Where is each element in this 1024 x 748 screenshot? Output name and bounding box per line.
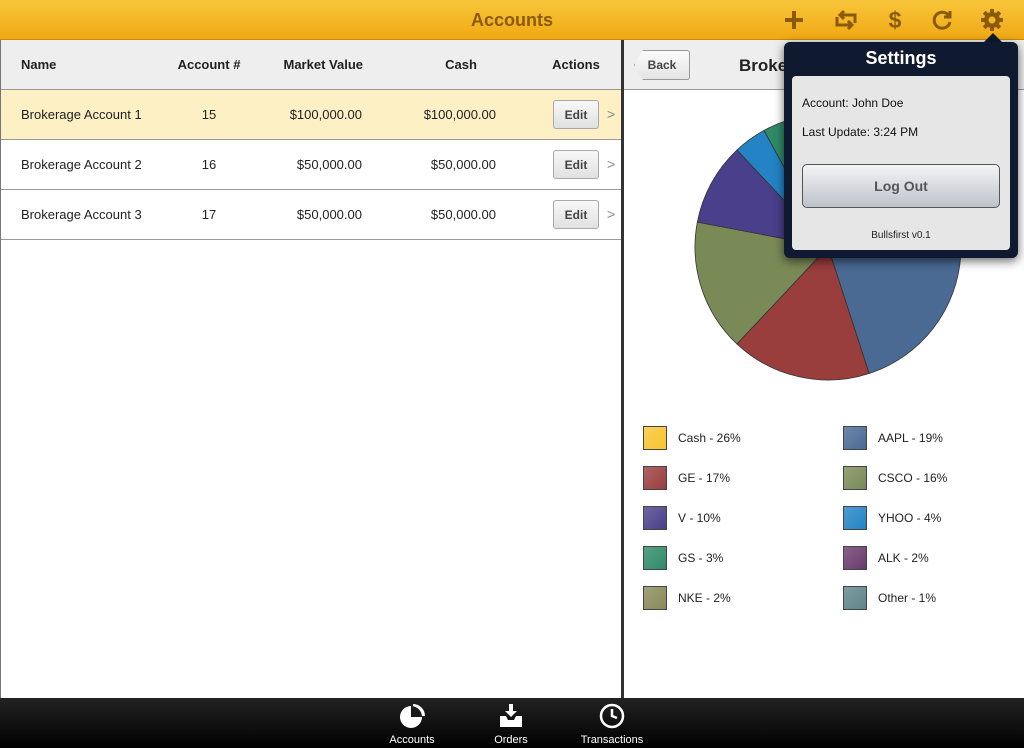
- accounts-panel: Name Account # Market Value Cash Actions…: [0, 40, 621, 698]
- settings-popover: Settings Account: John Doe Last Update: …: [784, 42, 1018, 258]
- last-update-text: Last Update: 3:24 PM: [802, 125, 919, 139]
- market-value: $100,000.00: [289, 107, 362, 122]
- legend-swatch: [843, 546, 867, 570]
- legend-swatch: [843, 506, 867, 530]
- legend-item: ALK - 2%: [843, 545, 929, 571]
- legend-label: AAPL - 19%: [878, 431, 943, 445]
- dollar-icon[interactable]: $: [881, 6, 909, 34]
- tab-label: Accounts: [389, 734, 435, 746]
- popover-title: Settings: [865, 48, 937, 68]
- legend-item: YHOO - 4%: [843, 505, 941, 531]
- popover-body: Account: John Doe Last Update: 3:24 PM L…: [792, 76, 1010, 250]
- pie-chart-icon: [400, 704, 425, 728]
- legend-swatch: [643, 426, 667, 450]
- legend-label: V - 10%: [678, 511, 721, 525]
- cash-value: $50,000.00: [430, 207, 496, 222]
- table-row[interactable]: Brokerage Account 2 16 $50,000.00 $50,00…: [1, 140, 621, 190]
- market-value: $50,000.00: [296, 207, 362, 222]
- legend-label: Cash - 26%: [678, 431, 741, 445]
- table-header: Name Account # Market Value Cash Actions: [1, 40, 621, 90]
- market-value: $50,000.00: [296, 157, 362, 172]
- legend-label: YHOO - 4%: [878, 511, 942, 525]
- clock-icon: [599, 703, 625, 729]
- edit-button[interactable]: Edit: [553, 200, 599, 229]
- legend-label: NKE - 2%: [678, 591, 731, 605]
- cash-value: $100,000.00: [423, 107, 496, 122]
- tab-label: Transactions: [580, 734, 644, 746]
- inbox-download-icon: [500, 704, 522, 727]
- header-actions: Actions: [552, 57, 600, 72]
- header-cash: Cash: [445, 57, 477, 72]
- legend-swatch: [643, 546, 667, 570]
- table-row[interactable]: Brokerage Account 3 17 $50,000.00 $50,00…: [1, 190, 621, 240]
- refresh-icon[interactable]: [928, 6, 956, 34]
- tab-orders[interactable]: Orders: [471, 698, 551, 748]
- legend-swatch: [843, 466, 867, 490]
- account-name: Brokerage Account 2: [21, 157, 142, 172]
- edit-button[interactable]: Edit: [553, 150, 599, 179]
- legend-label: ALK - 2%: [878, 551, 929, 565]
- legend-item: V - 10%: [643, 505, 721, 531]
- legend-item: Cash - 26%: [643, 425, 741, 451]
- legend-label: GE - 17%: [678, 471, 731, 485]
- edit-button[interactable]: Edit: [553, 100, 599, 129]
- back-button[interactable]: Back: [634, 50, 690, 80]
- legend-item: CSCO - 16%: [843, 465, 947, 491]
- chevron-right-icon[interactable]: >: [607, 206, 615, 222]
- gear-icon[interactable]: [978, 6, 1006, 34]
- plus-icon[interactable]: [780, 6, 808, 34]
- legend-swatch: [643, 466, 667, 490]
- tab-accounts[interactable]: Accounts: [372, 698, 452, 748]
- cash-value: $50,000.00: [430, 157, 496, 172]
- legend-item: AAPL - 19%: [843, 425, 943, 451]
- chevron-right-icon[interactable]: >: [607, 106, 615, 122]
- header-name: Name: [21, 57, 57, 72]
- account-name: Brokerage Account 3: [21, 207, 142, 222]
- legend-item: NKE - 2%: [643, 585, 731, 611]
- legend-item: Other - 1%: [843, 585, 936, 611]
- tab-transactions[interactable]: Transactions: [572, 698, 652, 748]
- transfer-icon[interactable]: [832, 6, 860, 34]
- legend-label: Other - 1%: [878, 591, 937, 605]
- table-row[interactable]: Brokerage Account 1 15 $100,000.00 $100,…: [1, 90, 621, 140]
- legend-swatch: [643, 506, 667, 530]
- version-text: Bullsfirst v0.1: [871, 230, 931, 241]
- legend-swatch: [843, 426, 867, 450]
- log-out-button[interactable]: Log Out: [802, 164, 1000, 208]
- legend-swatch: [643, 586, 667, 610]
- legend-item: GE - 17%: [643, 465, 730, 491]
- page-title: Accounts: [470, 10, 553, 30]
- legend-item: GS - 3%: [643, 545, 723, 571]
- account-name: Brokerage Account 1: [21, 107, 142, 122]
- legend-swatch: [843, 586, 867, 610]
- chevron-right-icon[interactable]: >: [607, 156, 615, 172]
- account-user-text: Account: John Doe: [802, 96, 904, 110]
- top-nav-bar: Accounts $: [0, 0, 1024, 40]
- header-market-value: Market Value: [283, 57, 364, 72]
- legend-label: CSCO - 16%: [878, 471, 948, 485]
- tab-label: Orders: [494, 734, 528, 746]
- legend-label: GS - 3%: [678, 551, 724, 565]
- bottom-tab-bar: Accounts Orders Transactions: [0, 698, 1024, 748]
